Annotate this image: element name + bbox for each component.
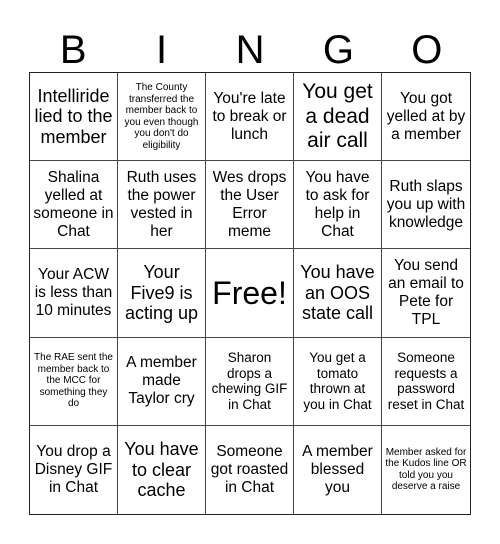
cell-text: You send an email to Pete for TPL <box>388 257 464 328</box>
bingo-cell[interactable]: Ruth slaps you up with knowledge <box>382 161 470 250</box>
cell-text: A member made Taylor cry <box>126 354 197 408</box>
cell-text: Your Five9 is acting up <box>124 261 199 324</box>
bingo-cell[interactable]: Shalina yelled at someone in Chat <box>30 161 118 250</box>
bingo-cell[interactable]: The RAE sent the member back to the MCC … <box>30 337 118 426</box>
cell-text: The County transferred the member back t… <box>124 82 199 151</box>
cell-text: Ruth slaps you up with knowledge <box>386 178 466 231</box>
cell-text: You drop a Disney GIF in Chat <box>34 443 113 496</box>
bingo-cell[interactable]: Wes drops the User Error meme <box>206 161 294 250</box>
cell-text: Member asked for the Kudos line OR told … <box>385 446 467 493</box>
cell-text: You got yelled at by a member <box>386 89 466 143</box>
cell-text: A member blessed you <box>302 443 373 496</box>
bingo-cell[interactable]: You have to clear cache <box>118 425 206 514</box>
bingo-cell[interactable]: You have an OOS state call <box>294 249 382 338</box>
bingo-cell[interactable]: You get a dead air call <box>294 73 382 162</box>
bingo-cell[interactable]: You have to ask for help in Chat <box>294 161 382 250</box>
bingo-card: Intelliride lied to the member The County… <box>29 72 471 515</box>
bingo-cell[interactable]: Ruth uses the power vested in her <box>118 161 206 250</box>
free-space-cell[interactable]: Free! <box>206 249 294 338</box>
cell-text: You have to ask for help in Chat <box>305 169 370 240</box>
bingo-cell[interactable]: You drop a Disney GIF in Chat <box>30 425 118 514</box>
bingo-cell[interactable]: You get a tomato thrown at you in Chat <box>294 337 382 426</box>
cell-text: You have an OOS state call <box>300 261 375 324</box>
header-letter-b: B <box>59 28 87 72</box>
cell-text: Sharon drops a chewing GIF in Chat <box>211 350 288 412</box>
bingo-cell[interactable]: You got yelled at by a member <box>382 73 470 162</box>
cell-text: Shalina yelled at someone in Chat <box>33 169 114 240</box>
cell-text: You get a tomato thrown at you in Chat <box>303 350 372 412</box>
bingo-cell[interactable]: Your Five9 is acting up <box>118 249 206 338</box>
cell-text: You have to clear cache <box>124 438 199 501</box>
header-letter-n: N <box>235 28 265 72</box>
bingo-cell[interactable]: A member blessed you <box>294 425 382 514</box>
bingo-cell[interactable]: Your ACW is less than 10 minutes <box>30 249 118 338</box>
cell-text: Intelliride lied to the member <box>34 85 113 147</box>
bingo-header: B I N G O <box>29 30 471 70</box>
bingo-cell[interactable]: A member made Taylor cry <box>118 337 206 426</box>
bingo-cell[interactable]: Intelliride lied to the member <box>30 73 118 162</box>
bingo-cell[interactable]: You're late to break or lunch <box>206 73 294 162</box>
cell-text: You get a dead air call <box>302 80 373 152</box>
cell-text: The RAE sent the member back to the MCC … <box>34 352 113 410</box>
cell-text: Ruth uses the power vested in her <box>126 169 197 240</box>
cell-text: Wes drops the User Error meme <box>212 169 287 240</box>
bingo-cell[interactable]: The County transferred the member back t… <box>118 73 206 162</box>
cell-text: You're late to break or lunch <box>212 89 287 143</box>
bingo-cell[interactable]: Sharon drops a chewing GIF in Chat <box>206 337 294 426</box>
header-letter-o: O <box>411 28 443 72</box>
bingo-cell[interactable]: Someone got roasted in Chat <box>206 425 294 514</box>
bingo-cell[interactable]: Member asked for the Kudos line OR told … <box>382 426 470 514</box>
cell-text: Someone requests a password reset in Cha… <box>387 350 465 412</box>
bingo-cell[interactable]: You send an email to Pete for TPL <box>382 249 470 338</box>
cell-text: Your ACW is less than 10 minutes <box>34 266 113 319</box>
header-letter-i: I <box>156 28 168 72</box>
header-letter-g: G <box>322 28 354 72</box>
cell-text: Someone got roasted in Chat <box>210 443 289 496</box>
cell-text: Free! <box>212 274 287 311</box>
bingo-cell[interactable]: Someone requests a password reset in Cha… <box>382 338 470 426</box>
